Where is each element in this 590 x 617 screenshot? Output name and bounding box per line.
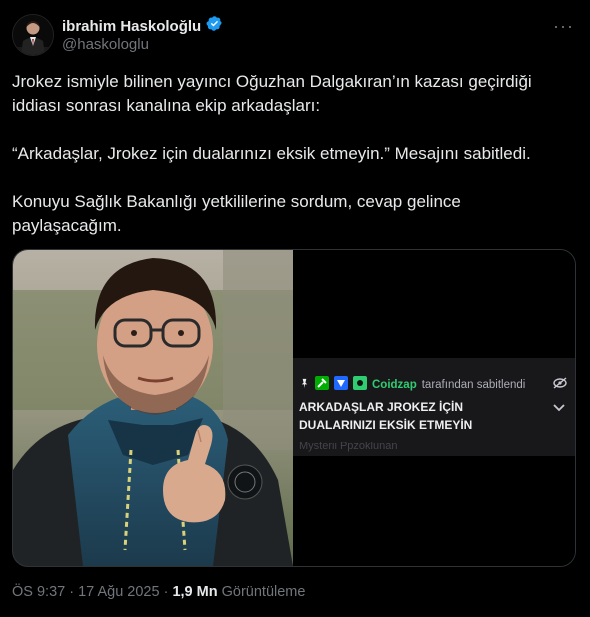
pinned-message-line: ARKADAŞLAR JROKEZ İÇİN: [299, 400, 464, 414]
moderator-badge-icon: [315, 376, 329, 393]
media-grid: Coidzap tarafından sabitlendi ARKADAŞLAR…: [12, 249, 576, 567]
user-badge-icon: [353, 376, 367, 393]
footer-separator: ·: [69, 584, 75, 600]
tweet-text: Jrokez ismiyle bilinen yayıncı Oğuzhan D…: [12, 70, 572, 238]
more-options-icon[interactable]: ···: [553, 16, 574, 37]
pinned-message-panel: Coidzap tarafından sabitlendi ARKADAŞLAR…: [293, 358, 575, 456]
chevron-down-icon[interactable]: [553, 400, 565, 415]
author-name[interactable]: ibrahim Haskoloğlu: [62, 18, 201, 35]
avatar-image: [13, 15, 53, 55]
author-avatar[interactable]: [12, 14, 54, 56]
tweet-date[interactable]: 17 Ağu 2025: [78, 584, 159, 600]
media-photo-person[interactable]: [13, 250, 293, 566]
pinned-by-text: tarafından sabitlendi: [421, 378, 526, 391]
pinned-by-username[interactable]: Coidzap: [372, 379, 417, 391]
tweet-paragraph: Konuyu Sağlık Bakanlığı yetkililerine so…: [12, 192, 461, 235]
media-screenshot-pinned-message[interactable]: Coidzap tarafından sabitlendi ARKADAŞLAR…: [293, 250, 575, 566]
verified-badge-icon: [206, 15, 223, 37]
pinned-header: Coidzap tarafından sabitlendi: [299, 376, 525, 393]
tweet-footer: ÖS 9:37 · 17 Ağu 2025 · 1,9 Mn Görüntüle…: [12, 584, 305, 600]
chat-line-below: Mysterii Ppzoklunan: [299, 442, 398, 452]
pin-icon: [299, 378, 310, 392]
pinned-message-line: DUALARINIZI EKSİK ETMEYİN: [299, 418, 473, 432]
person-photo-illustration: [13, 250, 293, 566]
vip-badge-icon: [334, 376, 348, 393]
tweet-time[interactable]: ÖS 9:37: [12, 584, 65, 600]
pinned-message-text: ARKADAŞLAR JROKEZ İÇİN DUALARINIZI EKSİK…: [299, 398, 549, 434]
hide-eye-icon[interactable]: [553, 376, 567, 394]
tweet-paragraph: “Arkadaşlar, Jrokez için dualarınızı eks…: [12, 144, 531, 163]
views-count[interactable]: 1,9 Mn: [172, 584, 217, 600]
author-name-row: ibrahim Haskoloğlu: [62, 15, 223, 37]
tweet-paragraph: Jrokez ismiyle bilinen yayıncı Oğuzhan D…: [12, 72, 532, 115]
tweet-header: ibrahim Haskoloğlu @haskologlu ···: [12, 14, 578, 56]
footer-separator: ·: [163, 584, 169, 600]
author-handle[interactable]: @haskologlu: [62, 36, 149, 53]
views-label: Görüntüleme: [221, 584, 306, 600]
